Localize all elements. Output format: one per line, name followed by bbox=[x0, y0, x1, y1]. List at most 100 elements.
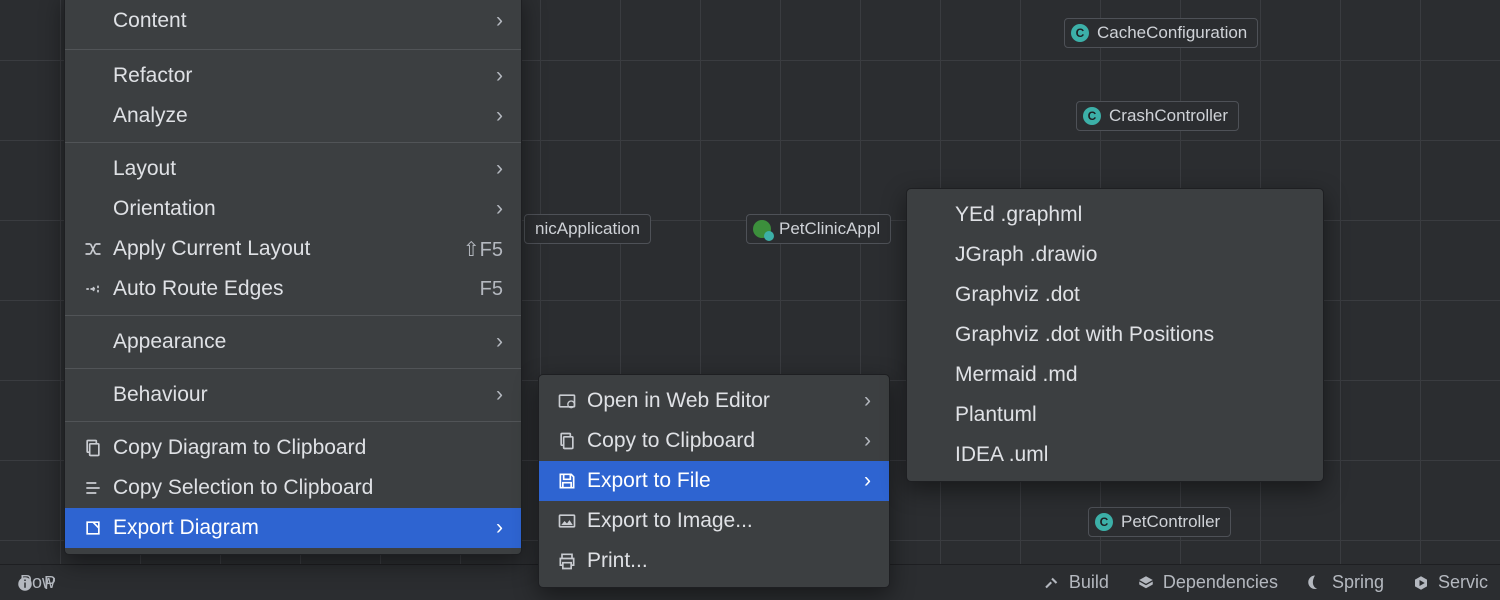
image-icon bbox=[557, 511, 587, 531]
toolwindow-label: Dependencies bbox=[1163, 572, 1278, 593]
menu-label: Export to File bbox=[587, 469, 844, 493]
submenu-export-to-file[interactable]: Export to File › bbox=[539, 461, 889, 501]
format-graphviz[interactable]: Graphviz .dot bbox=[907, 275, 1323, 315]
route-icon bbox=[83, 279, 113, 299]
chevron-right-icon: › bbox=[864, 429, 871, 453]
toolwindow-dependencies[interactable]: Dependencies bbox=[1137, 572, 1278, 593]
node-partial-left[interactable]: nicApplication bbox=[524, 214, 651, 244]
info-icon bbox=[16, 575, 34, 593]
menu-label: Apply Current Layout bbox=[113, 237, 439, 261]
menu-label: Content bbox=[113, 9, 476, 33]
toolwindow-build[interactable]: Build bbox=[1043, 572, 1109, 593]
copy-icon bbox=[83, 438, 113, 458]
toolwindow-spring[interactable]: Spring bbox=[1306, 572, 1384, 593]
toolwindow-label: Build bbox=[1069, 572, 1109, 593]
export-icon bbox=[83, 518, 113, 538]
menu-orientation[interactable]: Orientation › bbox=[65, 189, 521, 229]
menu-label: Export Diagram bbox=[113, 516, 476, 540]
chevron-right-icon: › bbox=[496, 383, 503, 407]
problems-indicator[interactable]: P bbox=[16, 573, 56, 594]
menu-separator bbox=[65, 49, 521, 50]
chevron-right-icon: › bbox=[496, 516, 503, 540]
menu-label: Open in Web Editor bbox=[587, 389, 844, 413]
menu-behaviour[interactable]: Behaviour › bbox=[65, 375, 521, 415]
context-menu: Content › Refactor › Analyze › Layout › … bbox=[64, 0, 522, 555]
menu-analyze[interactable]: Analyze › bbox=[65, 96, 521, 136]
copy-selection-icon bbox=[83, 478, 113, 498]
chevron-right-icon: › bbox=[864, 469, 871, 493]
node-label: PetClinicAppl bbox=[779, 219, 880, 239]
menu-label: Plantuml bbox=[955, 403, 1305, 427]
menu-label: JGraph .drawio bbox=[955, 243, 1305, 267]
node-petclinic-appl[interactable]: PetClinicAppl bbox=[746, 214, 891, 244]
menu-layout[interactable]: Layout › bbox=[65, 149, 521, 189]
submenu-print[interactable]: Print... bbox=[539, 541, 889, 581]
chevron-right-icon: › bbox=[496, 197, 503, 221]
menu-label: Orientation bbox=[113, 197, 476, 221]
menu-label: Copy Diagram to Clipboard bbox=[113, 436, 503, 460]
format-mermaid[interactable]: Mermaid .md bbox=[907, 355, 1323, 395]
menu-auto-route-edges[interactable]: Auto Route Edges F5 bbox=[65, 269, 521, 309]
menu-label: Copy Selection to Clipboard bbox=[113, 476, 503, 500]
toolwindow-label: Spring bbox=[1332, 572, 1384, 593]
node-pet-controller[interactable]: C PetController bbox=[1088, 507, 1231, 537]
menu-label: YEd .graphml bbox=[955, 203, 1305, 227]
menu-export-diagram[interactable]: Export Diagram › bbox=[65, 508, 521, 548]
menu-refactor[interactable]: Refactor › bbox=[65, 56, 521, 96]
menu-label: Behaviour bbox=[113, 383, 476, 407]
chevron-right-icon: › bbox=[496, 104, 503, 128]
menu-label: Print... bbox=[587, 549, 871, 573]
save-icon bbox=[557, 471, 587, 491]
menu-separator bbox=[65, 421, 521, 422]
menu-copy-diagram[interactable]: Copy Diagram to Clipboard bbox=[65, 428, 521, 468]
menu-label: IDEA .uml bbox=[955, 443, 1305, 467]
menu-appearance[interactable]: Appearance › bbox=[65, 322, 521, 362]
menu-label: Mermaid .md bbox=[955, 363, 1305, 387]
export-submenu: Open in Web Editor › Copy to Clipboard ›… bbox=[538, 374, 890, 588]
class-icon: C bbox=[1071, 24, 1089, 42]
menu-separator bbox=[65, 368, 521, 369]
hammer-icon bbox=[1043, 574, 1061, 592]
format-yed[interactable]: YEd .graphml bbox=[907, 195, 1323, 235]
chevron-right-icon: › bbox=[864, 389, 871, 413]
menu-label: Appearance bbox=[113, 330, 476, 354]
menu-label: Graphviz .dot bbox=[955, 283, 1305, 307]
chevron-right-icon: › bbox=[496, 330, 503, 354]
play-hex-icon bbox=[1412, 574, 1430, 592]
chevron-right-icon: › bbox=[496, 9, 503, 33]
node-label: PetController bbox=[1121, 512, 1220, 532]
menu-content[interactable]: Content › bbox=[65, 0, 521, 43]
submenu-export-image[interactable]: Export to Image... bbox=[539, 501, 889, 541]
format-plantuml[interactable]: Plantuml bbox=[907, 395, 1323, 435]
format-graphviz-pos[interactable]: Graphviz .dot with Positions bbox=[907, 315, 1323, 355]
menu-separator bbox=[65, 142, 521, 143]
print-icon bbox=[557, 551, 587, 571]
chevron-right-icon: › bbox=[496, 64, 503, 88]
submenu-open-web[interactable]: Open in Web Editor › bbox=[539, 381, 889, 421]
menu-separator bbox=[65, 315, 521, 316]
toolwindow-label: Servic bbox=[1438, 572, 1488, 593]
submenu-copy-clipboard[interactable]: Copy to Clipboard › bbox=[539, 421, 889, 461]
spring-run-icon bbox=[753, 220, 771, 238]
node-label: CacheConfiguration bbox=[1097, 23, 1247, 43]
menu-label: Auto Route Edges bbox=[113, 277, 456, 301]
menu-apply-current-layout[interactable]: Apply Current Layout ⇧F5 bbox=[65, 229, 521, 269]
class-icon: C bbox=[1095, 513, 1113, 531]
file-format-submenu: YEd .graphml JGraph .drawio Graphviz .do… bbox=[906, 188, 1324, 482]
menu-copy-selection[interactable]: Copy Selection to Clipboard bbox=[65, 468, 521, 508]
node-cache-configuration[interactable]: C CacheConfiguration bbox=[1064, 18, 1258, 48]
toolwindow-services[interactable]: Servic bbox=[1412, 572, 1488, 593]
menu-label: Layout bbox=[113, 157, 476, 181]
globe-icon bbox=[557, 391, 587, 411]
class-icon: C bbox=[1083, 107, 1101, 125]
menu-label: Analyze bbox=[113, 104, 476, 128]
menu-label: Graphviz .dot with Positions bbox=[955, 323, 1305, 347]
format-jgraph[interactable]: JGraph .drawio bbox=[907, 235, 1323, 275]
menu-shortcut: ⇧F5 bbox=[463, 237, 503, 262]
leaf-icon bbox=[1306, 574, 1324, 592]
menu-label: Export to Image... bbox=[587, 509, 871, 533]
menu-label: Copy to Clipboard bbox=[587, 429, 844, 453]
format-idea-uml[interactable]: IDEA .uml bbox=[907, 435, 1323, 475]
node-crash-controller[interactable]: C CrashController bbox=[1076, 101, 1239, 131]
node-label: CrashController bbox=[1109, 106, 1228, 126]
